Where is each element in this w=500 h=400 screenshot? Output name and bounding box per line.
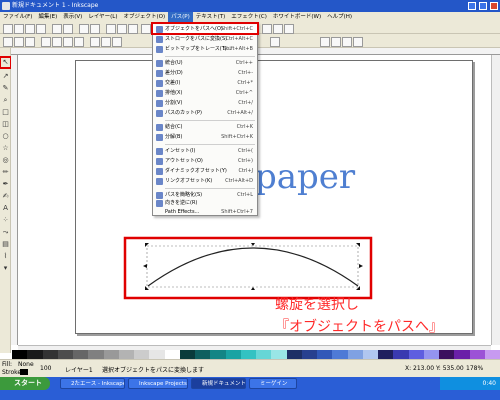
menu-item-linked-offset[interactable]: リンクオフセット(K) Ctrl+Alt+D (153, 177, 257, 186)
division-icon (156, 100, 163, 107)
union-icon (156, 60, 163, 67)
cursor-coords: X: 213.00 Y: 535.00 (405, 365, 464, 372)
start-button[interactable]: スタート (0, 377, 50, 390)
menu-item-reverse[interactable]: 向きを逆に(R) (153, 199, 257, 208)
stroke-to-path-icon (156, 36, 163, 43)
annotation-line-1: 螺旋を選択し (275, 297, 359, 313)
dynamic-offset-icon (156, 168, 163, 175)
fill-value[interactable]: None (18, 361, 34, 368)
menu-item-division[interactable]: 分割(V) Ctrl+/ (153, 99, 257, 108)
menu-item-outset[interactable]: アウトセット(O) Ctrl+) (153, 157, 257, 166)
status-message: 選択オブジェクトをパスに変換します (102, 367, 205, 374)
zoom-value[interactable]: 178% (466, 365, 483, 372)
simplify-icon (156, 192, 163, 199)
menu-item-path-effects[interactable]: Path Effects... Shift+Ctrl+7 (153, 208, 257, 217)
menu-item-stroke-to-path[interactable]: ストロークをパスに変換(S) Ctrl+Alt+C (153, 35, 257, 44)
menu-item-intersection[interactable]: 交差(I) Ctrl+* (153, 79, 257, 88)
trace-bitmap-icon (156, 46, 163, 53)
menu-separator (165, 56, 255, 57)
reverse-icon (156, 200, 163, 207)
menu-separator (165, 188, 255, 189)
outset-icon (156, 158, 163, 165)
selection-highlight-box (123, 236, 373, 300)
cut-path-icon (156, 110, 163, 117)
menu-item-exclusion[interactable]: 排他(X) Ctrl+^ (153, 89, 257, 98)
clock: 0:40 (482, 380, 496, 387)
combine-icon (156, 124, 163, 131)
taskbar-item-4[interactable]: ミーゲイン (249, 378, 297, 389)
layer-select[interactable]: レイヤー1 (65, 365, 93, 374)
linked-offset-icon (156, 178, 163, 185)
break-apart-icon (156, 134, 163, 141)
difference-icon (156, 70, 163, 77)
menu-item-cut-path[interactable]: パスのカット(P) Ctrl+Alt+/ (153, 109, 257, 118)
menu-item-trace-bitmap[interactable]: ビットマップをトレース(T)... Shift+Alt+B (153, 45, 257, 54)
system-tray: 0:40 (440, 377, 500, 390)
arc-path[interactable] (147, 247, 359, 287)
annotation-line-2: 『オブジェクトをパスへ』 (275, 319, 443, 335)
menu-item-union[interactable]: 統合(U) Ctrl++ (153, 59, 257, 68)
menu-item-difference[interactable]: 差分(D) Ctrl+- (153, 69, 257, 78)
opacity-value[interactable]: 100 (40, 365, 51, 372)
status-bar: Fill: None Stroke: 100 レイヤー1 選択オブジェクトをパス… (0, 359, 500, 377)
taskbar-item-3[interactable]: 新規ドキュメント 1 (191, 378, 246, 389)
exclusion-icon (156, 90, 163, 97)
stroke-swatch[interactable] (20, 369, 28, 375)
selection-handles[interactable] (143, 243, 363, 290)
path-menu-dropdown: オブジェクトをパスへ(O) Shift+Ctrl+C ストロークをパスに変換(S)… (152, 22, 258, 216)
menu-item-highlight-box (151, 22, 259, 35)
menu-separator (165, 120, 255, 121)
taskbar: スタート 2たエース - Inkscape Inkscape Projects … (0, 377, 500, 400)
color-palette[interactable] (12, 350, 500, 359)
intersection-icon (156, 80, 163, 87)
menu-item-dynamic-offset[interactable]: ダイナミックオフセット(Y) Ctrl+J (153, 167, 257, 176)
vertical-scrollbar[interactable] (491, 55, 500, 345)
inset-icon (156, 148, 163, 155)
menu-separator (165, 144, 255, 145)
fill-label: Fill: (2, 361, 13, 368)
taskbar-item-2[interactable]: Inkscape Projects (128, 378, 188, 389)
menu-item-inset[interactable]: インセット(I) Ctrl+( (153, 147, 257, 156)
menu-item-break-apart[interactable]: 分解(B) Shift+Ctrl+K (153, 133, 257, 142)
menu-item-combine[interactable]: 結合(C) Ctrl+K (153, 123, 257, 132)
taskbar-item-1[interactable]: 2たエース - Inkscape (60, 378, 125, 389)
